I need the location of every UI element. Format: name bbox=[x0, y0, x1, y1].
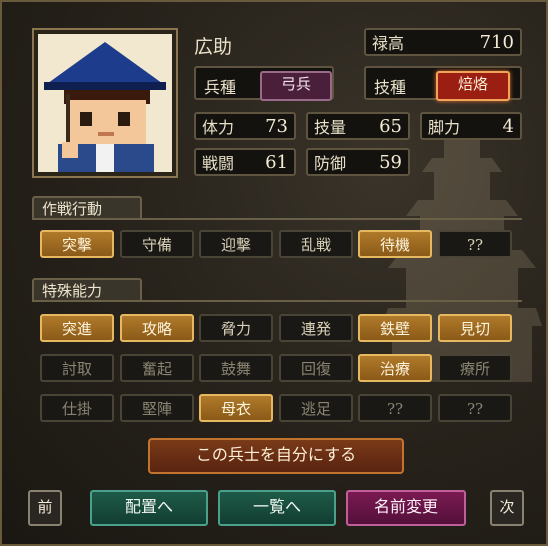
stat-value: 61 bbox=[265, 151, 288, 173]
stat-kyakuryoku: 脚力 4 bbox=[420, 112, 522, 140]
stat-label: 体力 bbox=[202, 118, 235, 137]
ability-button[interactable]: 奮起 bbox=[120, 354, 194, 382]
soldier-portrait bbox=[38, 34, 172, 172]
rename-button[interactable]: 名前変更 bbox=[346, 490, 466, 526]
ability-button[interactable]: 治療 bbox=[358, 354, 432, 382]
tactic-button[interactable]: 待機 bbox=[358, 230, 432, 258]
ability-button[interactable]: 脅力 bbox=[199, 314, 273, 342]
archer-portrait-icon bbox=[38, 34, 172, 172]
stipend-value: 710 bbox=[479, 31, 514, 53]
deploy-button[interactable]: 配置へ bbox=[90, 490, 208, 526]
prev-button[interactable]: 前 bbox=[28, 490, 62, 526]
skill-type-label: 技種 bbox=[374, 78, 407, 97]
stipend-box: 禄高 710 bbox=[364, 28, 522, 56]
list-button[interactable]: 一覧へ bbox=[218, 490, 336, 526]
tactic-button[interactable]: 乱戦 bbox=[279, 230, 353, 258]
ability-button[interactable]: 攻略 bbox=[120, 314, 194, 342]
skill-type-tag: 焙烙 bbox=[436, 71, 510, 101]
ability-button[interactable]: 母衣 bbox=[199, 394, 273, 422]
unit-type-box: 兵種 弓兵 bbox=[194, 66, 334, 101]
stat-value: 65 bbox=[379, 115, 402, 137]
stat-value: 4 bbox=[502, 115, 514, 137]
tactics-section-title: 作戦行動 bbox=[32, 196, 142, 220]
stat-value: 73 bbox=[265, 115, 288, 137]
ability-button[interactable]: 鼓舞 bbox=[199, 354, 273, 382]
tactic-button[interactable]: 突撃 bbox=[40, 230, 114, 258]
unit-name: 広助 bbox=[194, 36, 233, 58]
tactic-button[interactable]: 迎撃 bbox=[199, 230, 273, 258]
stat-label: 戦闘 bbox=[202, 154, 235, 173]
stat-giryou: 技量 65 bbox=[306, 112, 410, 140]
divider bbox=[32, 300, 522, 302]
ability-button[interactable]: 鉄壁 bbox=[358, 314, 432, 342]
tactic-button[interactable]: ?? bbox=[438, 230, 512, 258]
stat-bougyo: 防御 59 bbox=[306, 148, 410, 176]
ability-button[interactable]: 回復 bbox=[279, 354, 353, 382]
ability-button[interactable]: 逃足 bbox=[279, 394, 353, 422]
stat-sentou: 戦闘 61 bbox=[194, 148, 296, 176]
ability-button[interactable]: ?? bbox=[438, 394, 512, 422]
stat-value: 59 bbox=[379, 151, 402, 173]
stipend-label: 禄高 bbox=[372, 34, 405, 53]
abilities-section-title: 特殊能力 bbox=[32, 278, 142, 302]
make-own-soldier-button[interactable]: この兵士を自分にする bbox=[148, 438, 404, 474]
ability-button[interactable]: 見切 bbox=[438, 314, 512, 342]
next-button[interactable]: 次 bbox=[490, 490, 524, 526]
tactic-button[interactable]: 守備 bbox=[120, 230, 194, 258]
stat-label: 技量 bbox=[314, 118, 347, 137]
ability-button[interactable]: 堅陣 bbox=[120, 394, 194, 422]
ability-button[interactable]: 突進 bbox=[40, 314, 114, 342]
skill-type-box: 技種 焙烙 bbox=[364, 66, 522, 101]
ability-button[interactable]: 療所 bbox=[438, 354, 512, 382]
unit-detail-panel: 広助 禄高 710 兵種 弓兵 技種 焙烙 体力 73 技量 65 脚力 4 戦… bbox=[0, 0, 548, 546]
portrait-frame bbox=[32, 28, 178, 178]
stat-tairyoku: 体力 73 bbox=[194, 112, 296, 140]
ability-button[interactable]: 仕掛 bbox=[40, 394, 114, 422]
ability-button[interactable]: ?? bbox=[358, 394, 432, 422]
stat-label: 脚力 bbox=[428, 118, 461, 137]
divider bbox=[32, 218, 522, 220]
ability-button[interactable]: 討取 bbox=[40, 354, 114, 382]
unit-type-tag: 弓兵 bbox=[260, 71, 332, 101]
stat-label: 防御 bbox=[314, 154, 347, 173]
unit-type-label: 兵種 bbox=[204, 78, 237, 97]
ability-button[interactable]: 連発 bbox=[279, 314, 353, 342]
